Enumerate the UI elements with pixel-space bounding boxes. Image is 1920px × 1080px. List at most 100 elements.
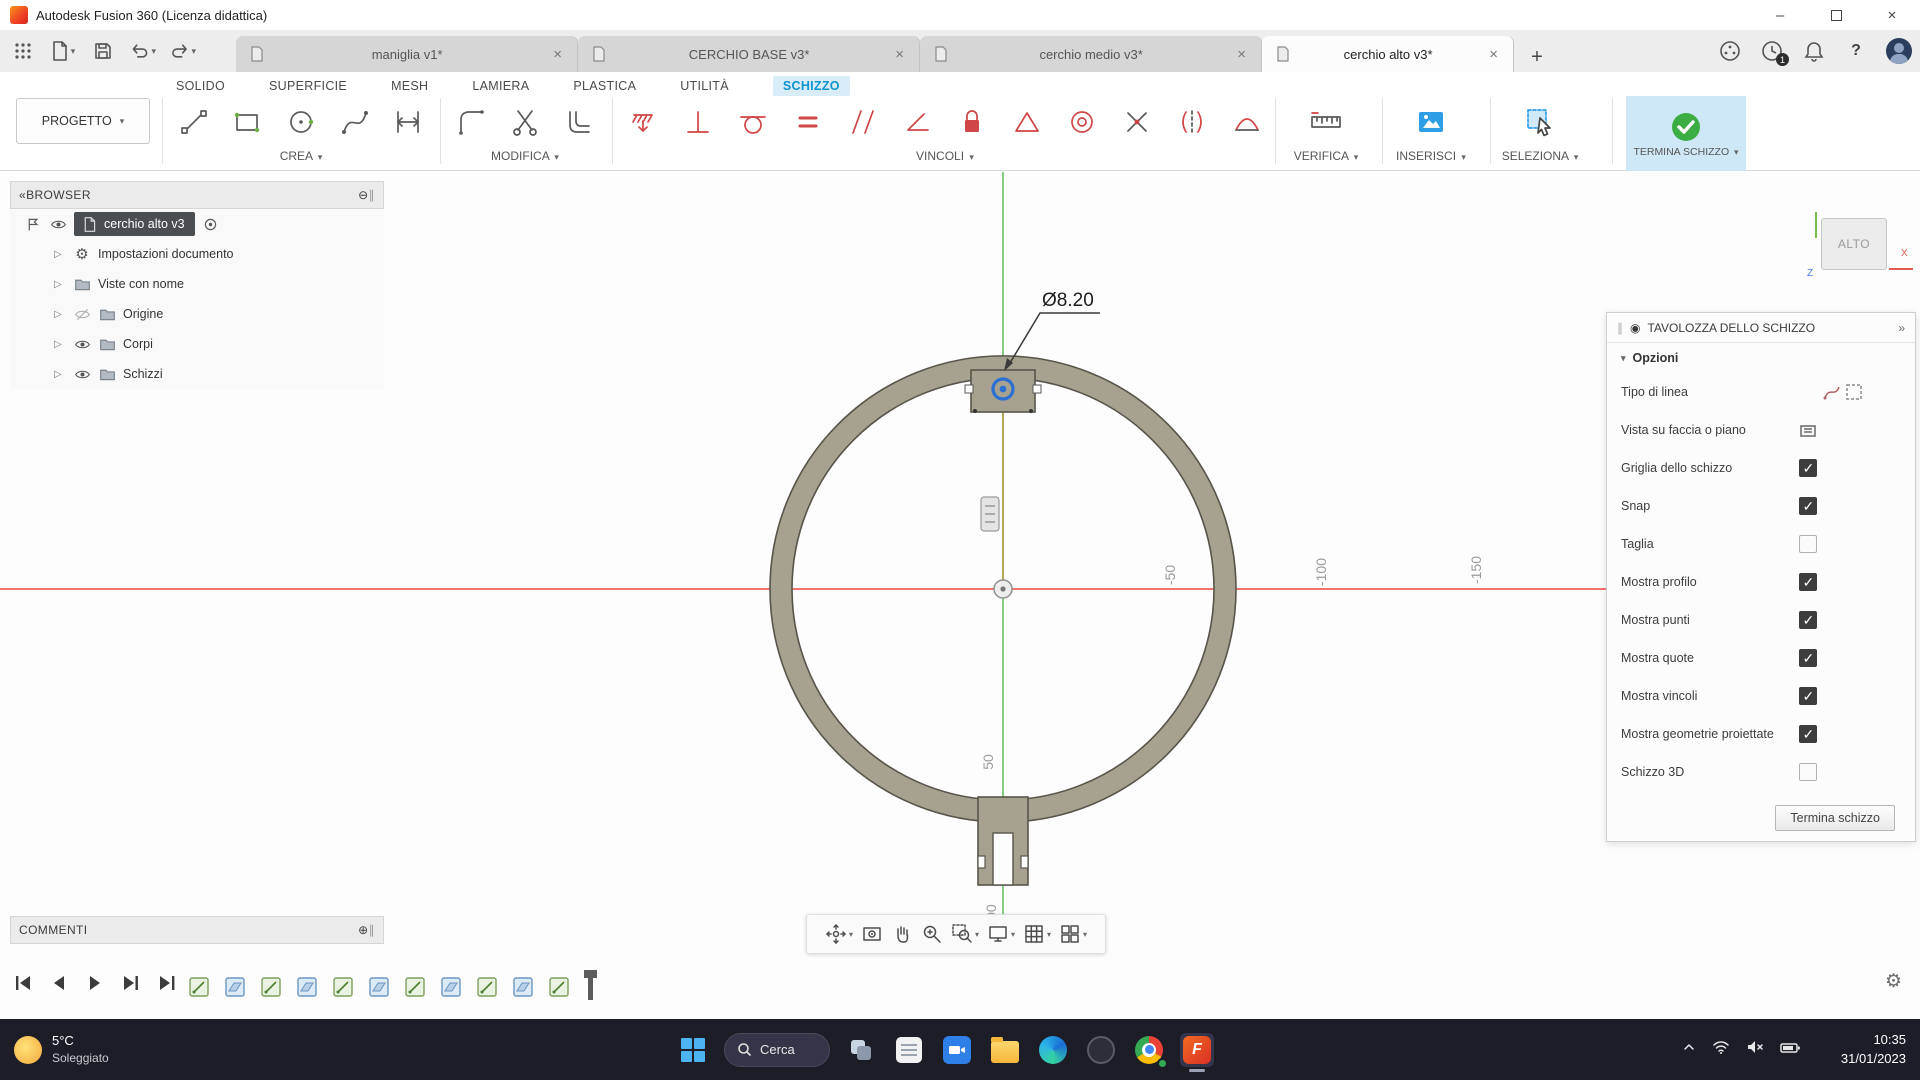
edge-browser-button[interactable] [1036,1033,1070,1067]
minimize-button[interactable]: – [1752,0,1808,30]
measure-icon[interactable] [1308,104,1344,140]
parallel-constraint-icon[interactable] [845,104,881,140]
select-icon[interactable] [1522,104,1558,140]
orbit-icon[interactable]: ▾ [825,923,853,945]
perpendicular-constraint-icon[interactable] [680,104,716,140]
display-settings-icon[interactable]: ▾ [987,923,1015,945]
timeline-feature-sketch[interactable] [476,976,498,998]
griglia-checkbox[interactable] [1799,459,1817,477]
grid-settings-icon[interactable]: ▾ [1023,923,1051,945]
verifica-group-label[interactable]: VERIFICA ▾ [1288,149,1364,163]
mostra-quote-checkbox[interactable] [1799,649,1817,667]
play-button[interactable] [82,970,108,996]
notes-app-button[interactable] [892,1033,926,1067]
step-forward-button[interactable] [118,970,144,996]
tab-close-icon[interactable]: × [892,46,907,63]
eye-icon[interactable] [49,215,67,233]
lock-constraint-icon[interactable] [955,104,991,140]
weather-widget[interactable]: 5°C Soleggiato [14,1019,109,1080]
expand-caret-icon[interactable]: ▷ [54,369,66,380]
browser-grip-icon[interactable]: ∥ [369,188,375,202]
browser-item-impostazioni[interactable]: ▷ ⚙ Impostazioni documento [10,239,384,269]
target-icon[interactable] [202,215,220,233]
curvature-constraint-icon[interactable] [1229,104,1265,140]
document-tab-cerchio-base[interactable]: CERCHIO BASE v3* × [578,36,920,72]
timeline-feature-sketch[interactable] [188,976,210,998]
selected-point-center[interactable] [1000,386,1007,393]
timeline-marker[interactable] [588,970,593,1000]
step-back-button[interactable] [46,970,72,996]
pan-icon[interactable] [891,923,913,945]
timeline-feature-sketch[interactable] [548,976,570,998]
spline-tool-icon[interactable] [337,104,373,140]
palette-section[interactable]: ▾ Opzioni [1607,343,1915,373]
ribbon-tab-solido[interactable]: SOLIDO [176,79,225,93]
insert-image-icon[interactable] [1413,104,1449,140]
eye-off-icon[interactable] [73,305,91,323]
schizzo-3d-checkbox[interactable] [1799,763,1817,781]
maximize-button[interactable] [1808,0,1864,30]
app-grid-icon[interactable] [10,38,36,64]
timeline-feature-plane[interactable] [296,976,318,998]
expand-caret-icon[interactable]: ▷ [54,339,66,350]
expand-caret-icon[interactable]: ▷ [54,249,66,260]
comments-add-icon[interactable]: ⊕ [358,923,368,937]
rectangle-tool-icon[interactable] [230,104,266,140]
symmetry-constraint-icon[interactable] [1174,104,1210,140]
look-at-icon[interactable] [861,923,883,945]
ribbon-tab-mesh[interactable]: MESH [391,79,428,93]
equal-constraint-icon[interactable] [790,104,826,140]
dark-app-button[interactable] [1084,1033,1118,1067]
tab-close-icon[interactable]: × [1486,46,1501,63]
crea-group-label[interactable]: CREA ▾ [176,149,426,163]
go-to-start-button[interactable] [10,970,36,996]
ribbon-tab-schizzo[interactable]: SCHIZZO [773,76,850,96]
ribbon-tab-lamiera[interactable]: LAMIERA [472,79,529,93]
expand-caret-icon[interactable]: ▷ [54,309,66,320]
volume-muted-icon[interactable] [1746,1039,1764,1060]
ribbon-tab-superficie[interactable]: SUPERFICIE [269,79,347,93]
fillet-tool-icon[interactable] [453,104,489,140]
dimension-label[interactable]: Ø8.20 [1042,290,1094,311]
progetto-dropdown[interactable]: PROGETTO ▾ [16,98,150,144]
wifi-icon[interactable] [1712,1039,1730,1060]
palette-grip-icon[interactable]: ∥ [1617,321,1623,335]
expand-caret-icon[interactable]: ▷ [54,279,66,290]
tangent-constraint-icon[interactable] [735,104,771,140]
browser-item-origine[interactable]: ▷ Origine [10,299,384,329]
timeline-feature-sketch[interactable] [260,976,282,998]
tab-close-icon[interactable]: × [550,46,565,63]
taskbar-clock[interactable]: 10:35 31/01/2023 [1841,1019,1906,1080]
start-button[interactable] [676,1033,710,1067]
job-status-icon[interactable]: 1 [1760,39,1784,63]
notifications-bell-icon[interactable] [1802,39,1826,63]
browser-item-schizzi[interactable]: ▷ Schizzi [10,359,384,389]
chrome-browser-button[interactable] [1132,1033,1166,1067]
inserisci-group-label[interactable]: INSERISCI ▾ [1392,149,1470,163]
tray-chevron-icon[interactable] [1682,1040,1696,1059]
ribbon-tab-utilita[interactable]: UTILITÀ [680,79,729,93]
vincoli-group-label[interactable]: VINCOLI ▾ [625,149,1265,163]
extensions-icon[interactable] [1718,39,1742,63]
offset-tool-icon[interactable] [561,104,597,140]
comments-grip-icon[interactable]: ∥ [369,923,375,937]
taglia-checkbox[interactable] [1799,535,1817,553]
go-to-end-button[interactable] [154,970,180,996]
triangle-constraint-icon[interactable] [1009,104,1045,140]
ribbon-tab-plastica[interactable]: PLASTICA [573,79,636,93]
mostra-profilo-checkbox[interactable] [1799,573,1817,591]
snap-checkbox[interactable] [1799,497,1817,515]
task-view-button[interactable] [844,1033,878,1067]
camera-app-button[interactable] [940,1033,974,1067]
document-tab-cerchio-alto[interactable]: cerchio alto v3* × [1262,36,1514,72]
linetype-construction-icon[interactable] [1843,381,1865,403]
timeline-feature-sketch[interactable] [332,976,354,998]
seleziona-group-label[interactable]: SELEZIONA ▾ [1498,149,1582,163]
geometrie-proiettate-checkbox[interactable] [1799,725,1817,743]
browser-item-viste[interactable]: ▷ Viste con nome [10,269,384,299]
timeline-feature-plane[interactable] [512,976,534,998]
fix-constraint-icon[interactable] [625,104,661,140]
file-menu-icon[interactable]: ▾ [50,38,76,64]
termina-schizzo-button[interactable]: TERMINA SCHIZZO ▾ [1626,96,1746,171]
sketch-point-handle[interactable] [965,385,973,393]
